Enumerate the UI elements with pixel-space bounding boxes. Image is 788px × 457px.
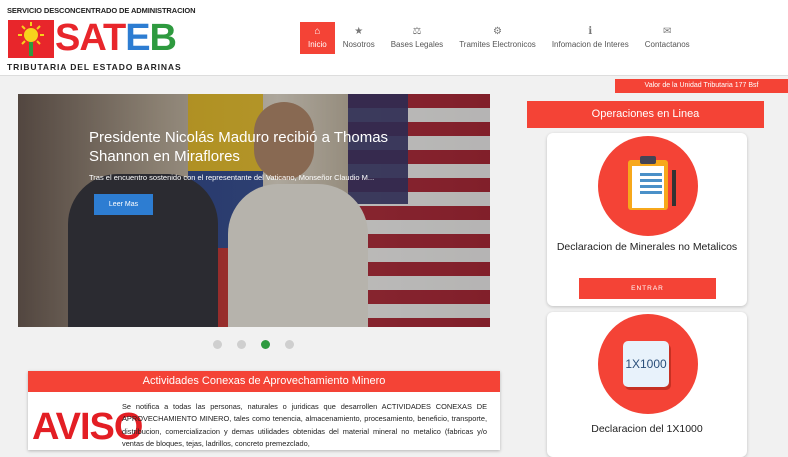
tax-unit-banner: Valor de la Unidad Tributaria 177 Bsf — [615, 79, 788, 93]
envelope-icon: ✉ — [663, 26, 672, 37]
slide-title: Presidente Nicolás Maduro recibió a Thom… — [89, 129, 389, 165]
nav-bases-legales[interactable]: ⚖ Bases Legales — [383, 22, 451, 54]
nav-informacion[interactable]: i Infomacion de Interes — [544, 22, 637, 54]
operation-title: Declaracion de Minerales no Metalicos — [556, 241, 738, 253]
sateb-logo[interactable]: SERVICIO DESCONCENTRADO DE ADMINISTRACIO… — [7, 6, 207, 72]
home-icon: ⌂ — [314, 26, 321, 37]
operations-header: Operaciones en Linea — [527, 101, 764, 128]
nav-label: Bases Legales — [390, 40, 444, 49]
nav-label: Nosotros — [342, 40, 375, 49]
gear-icon: ⚙ — [493, 26, 502, 37]
online-operations-panel: Operaciones en Linea Declaracion de Mine… — [527, 101, 764, 457]
clipboard-line — [640, 173, 662, 176]
logo-wordmark: SATEB — [55, 17, 177, 59]
scale-icon: ⚖ — [412, 26, 422, 37]
nav-nosotros[interactable]: ★ Nosotros — [335, 22, 383, 54]
nav-contactanos[interactable]: ✉ Contactanos — [637, 22, 698, 54]
enter-button[interactable]: ENTRAR — [579, 278, 716, 299]
slide-subtitle: Tras el encuentro sostenido con el repre… — [89, 173, 375, 182]
carousel-dots — [213, 340, 294, 349]
operation-card-1x1000[interactable]: 1X1000 Declaracion del 1X1000 — [547, 312, 747, 457]
read-more-button[interactable]: Leer Mas — [94, 194, 153, 215]
clipboard-icon — [598, 136, 698, 236]
operation-card-minerales[interactable]: Declaracion de Minerales no Metalicos EN… — [547, 133, 747, 306]
star-icon: ★ — [354, 26, 364, 37]
logo-bottom-text: TRIBUTARIA DEL ESTADO BARINAS — [7, 62, 182, 72]
clipboard-line — [640, 191, 662, 194]
nav-label: Inicio — [308, 40, 327, 49]
calculator-label: 1X1000 — [623, 341, 669, 387]
news-card-text: Se notifica a todas las personas, natura… — [122, 402, 487, 448]
nav-tramites[interactable]: ⚙ Tramites Electronicos — [451, 22, 544, 54]
clipboard-shape — [628, 156, 668, 210]
news-card-header: Actividades Conexas de Aprovechamiento M… — [28, 371, 500, 392]
clipboard-line — [640, 185, 662, 188]
pen-icon — [672, 170, 676, 206]
carousel-dot[interactable] — [213, 340, 222, 349]
top-header: SERVICIO DESCONCENTRADO DE ADMINISTRACIO… — [0, 0, 788, 76]
carousel-dot[interactable] — [285, 340, 294, 349]
nav-label: Contactanos — [644, 40, 690, 49]
carousel-dot[interactable] — [237, 340, 246, 349]
news-carousel[interactable]: Presidente Nicolás Maduro recibió a Thom… — [18, 94, 490, 327]
news-card: Actividades Conexas de Aprovechamiento M… — [28, 371, 500, 450]
logo-top-text: SERVICIO DESCONCENTRADO DE ADMINISTRACIO… — [7, 6, 196, 15]
carousel-dot-active[interactable] — [261, 340, 270, 349]
info-icon: i — [588, 26, 593, 37]
operation-title: Declaracion del 1X1000 — [591, 423, 703, 435]
nav-label: Tramites Electronicos — [459, 40, 536, 49]
nav-inicio[interactable]: ⌂ Inicio — [300, 22, 335, 54]
calculator-icon: 1X1000 — [598, 314, 698, 414]
clipboard-clip — [640, 156, 656, 164]
nav-label: Infomacion de Interes — [551, 40, 629, 49]
logo-emblem-icon — [8, 20, 54, 58]
main-nav: ⌂ Inicio ★ Nosotros ⚖ Bases Legales ⚙ Tr… — [300, 22, 698, 56]
clipboard-paper — [632, 166, 664, 208]
clipboard-line — [640, 179, 662, 182]
